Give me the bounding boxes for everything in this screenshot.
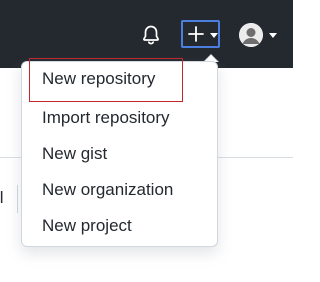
button-divider xyxy=(17,185,18,213)
menu-item-new-repository[interactable]: New repository xyxy=(29,58,183,102)
user-menu-button[interactable] xyxy=(238,22,282,48)
menu-item-new-gist[interactable]: New gist xyxy=(22,136,217,172)
menu-item-new-organization[interactable]: New organization xyxy=(22,172,217,208)
avatar xyxy=(239,23,263,47)
plus-icon xyxy=(188,26,204,42)
page: ll New repository Import repository New … xyxy=(0,0,293,282)
caret-down-icon xyxy=(269,33,277,38)
create-new-button[interactable] xyxy=(181,20,220,48)
user-avatar-icon xyxy=(239,23,263,47)
partially-hidden-button[interactable]: ll xyxy=(0,185,22,213)
create-new-dropdown-menu: New repository Import repository New gis… xyxy=(21,58,218,247)
bell-icon[interactable] xyxy=(139,23,163,47)
caret-down-icon xyxy=(210,33,218,38)
partially-hidden-button-label: ll xyxy=(0,188,4,207)
menu-item-import-repository[interactable]: Import repository xyxy=(22,100,217,136)
menu-item-new-project[interactable]: New project xyxy=(22,208,217,244)
